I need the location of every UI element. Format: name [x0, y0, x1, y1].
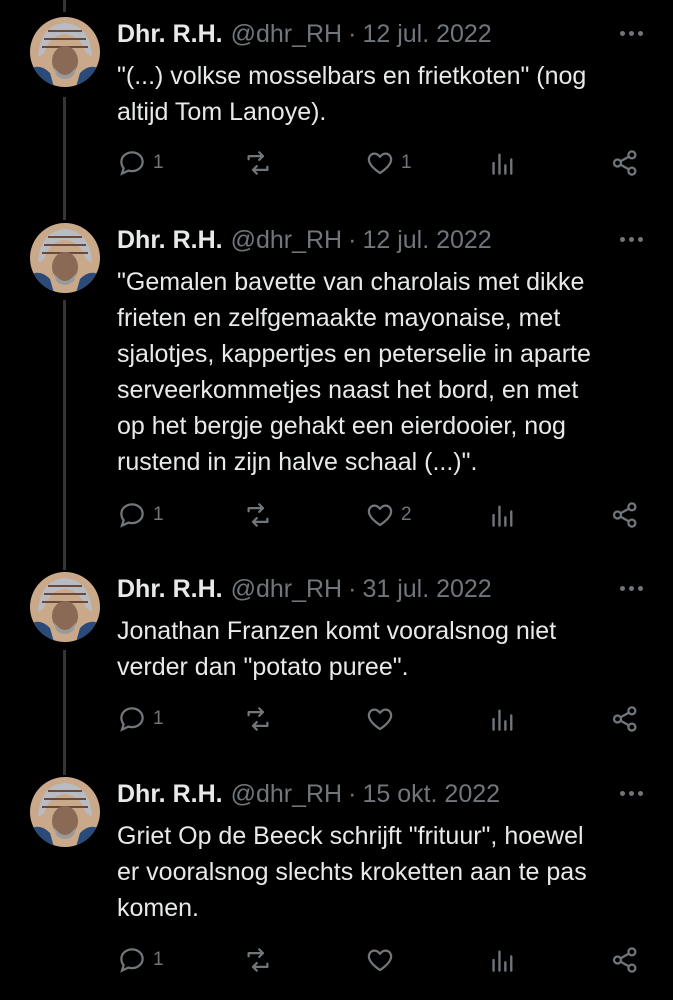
author-handle[interactable]: @dhr_RH: [231, 575, 343, 604]
share-icon: [612, 502, 637, 528]
reply-count: 1: [153, 504, 164, 525]
author-handle[interactable]: @dhr_RH: [231, 20, 343, 49]
tweet-text-line: Jonathan Franzen komt vooralsnog niet: [117, 617, 557, 645]
avatar[interactable]: [30, 17, 100, 87]
tweet-text-line: altijd Tom Lanoye).: [117, 98, 327, 126]
reply-icon: [120, 151, 144, 176]
like-count: 1: [401, 152, 412, 173]
tweet-text-line: "(...) volkse mosselbars en frietkoten" …: [117, 62, 587, 90]
more-options-icon[interactable]: [620, 237, 643, 242]
views-icon: [492, 709, 513, 731]
tweet-actions: 1: [0, 699, 673, 739]
reply-count: 1: [153, 949, 164, 970]
share-button[interactable]: [610, 495, 640, 535]
reply-button[interactable]: 1: [117, 699, 164, 739]
separator-dot: ·: [348, 225, 357, 254]
reply-icon: [120, 707, 144, 732]
tweet-header: Dhr. R.H. @dhr_RH · 12 jul. 2022: [117, 223, 492, 257]
like-button[interactable]: 2: [365, 495, 412, 535]
retweet-button[interactable]: [243, 495, 273, 535]
thread-line: [63, 0, 66, 12]
reply-icon: [120, 503, 144, 528]
tweet-header: Dhr. R.H. @dhr_RH · 15 okt. 2022: [117, 777, 500, 811]
avatar[interactable]: [30, 777, 100, 847]
tweet-actions: 1 2: [0, 495, 673, 535]
share-button[interactable]: [610, 940, 640, 980]
reply-button[interactable]: 1: [117, 940, 164, 980]
heart-icon: [367, 152, 393, 175]
tweet-text-line: op het bergje gehakt een eierdooier, nog: [117, 412, 566, 440]
separator-dot: ·: [348, 19, 357, 48]
retweet-icon: [247, 151, 269, 175]
like-count: 2: [401, 504, 412, 525]
views-button[interactable]: [490, 143, 516, 183]
reply-button[interactable]: 1: [117, 495, 164, 535]
heart-icon: [367, 708, 393, 731]
tweet-text-line: er vooralsnog slechts kroketten aan te p…: [117, 858, 587, 886]
share-button[interactable]: [610, 143, 640, 183]
share-icon: [612, 947, 637, 973]
author-handle[interactable]: @dhr_RH: [231, 226, 343, 255]
tweet-actions: 1: [0, 940, 673, 980]
tweet-date[interactable]: 31 jul. 2022: [362, 575, 491, 604]
like-button[interactable]: [365, 699, 401, 739]
tweet-text-line: "Gemalen bavette van charolais met dikke: [117, 268, 585, 296]
tweet-text: Jonathan Franzen komt vooralsnog niet ve…: [117, 613, 647, 685]
share-icon: [612, 150, 637, 176]
tweet-text-line: serveerkommetjes naast het bord, en met: [117, 376, 579, 404]
tweet-header: Dhr. R.H. @dhr_RH · 31 jul. 2022: [117, 572, 492, 606]
views-icon: [492, 505, 513, 527]
tweet-actions: 1 1: [0, 143, 673, 183]
retweet-icon: [247, 503, 269, 527]
reply-button[interactable]: 1: [117, 143, 164, 183]
tweet-date[interactable]: 12 jul. 2022: [362, 226, 491, 255]
tweet-text: Griet Op de Beeck schrijft "frituur", ho…: [117, 818, 647, 926]
views-button[interactable]: [490, 699, 516, 739]
retweet-icon: [247, 707, 269, 731]
reply-icon: [120, 948, 144, 973]
avatar[interactable]: [30, 572, 100, 642]
retweet-button[interactable]: [243, 143, 273, 183]
share-button[interactable]: [610, 699, 640, 739]
more-options-icon[interactable]: [620, 31, 643, 36]
author-name[interactable]: Dhr. R.H.: [117, 20, 223, 49]
heart-icon: [367, 949, 393, 972]
author-handle[interactable]: @dhr_RH: [231, 780, 343, 809]
views-icon: [492, 950, 513, 972]
views-button[interactable]: [490, 940, 516, 980]
share-icon: [612, 706, 637, 732]
author-name[interactable]: Dhr. R.H.: [117, 780, 223, 809]
tweet-date[interactable]: 12 jul. 2022: [362, 20, 491, 49]
like-button[interactable]: [365, 940, 401, 980]
separator-dot: ·: [348, 779, 357, 808]
reply-count: 1: [153, 708, 164, 729]
tweet-text-line: sjalotjes, kappertjes en peterselie in a…: [117, 340, 591, 368]
separator-dot: ·: [348, 574, 357, 603]
retweet-icon: [247, 948, 269, 972]
avatar[interactable]: [30, 223, 100, 293]
tweet-text: "(...) volkse mosselbars en frietkoten" …: [117, 58, 647, 130]
tweet-date[interactable]: 15 okt. 2022: [362, 780, 500, 809]
tweet-text-line: rustend in zijn halve schaal (...)".: [117, 448, 478, 476]
tweet-text: "Gemalen bavette van charolais met dikke…: [117, 264, 647, 480]
like-button[interactable]: 1: [365, 143, 412, 183]
tweet-text-line: komen.: [117, 894, 199, 922]
more-options-icon[interactable]: [620, 791, 643, 796]
views-icon: [492, 153, 513, 175]
tweet-header: Dhr. R.H. @dhr_RH · 12 jul. 2022: [117, 17, 492, 51]
author-name[interactable]: Dhr. R.H.: [117, 226, 223, 255]
tweet-text-line: frieten en zelfgemaakte mayonaise, met: [117, 304, 561, 332]
more-options-icon[interactable]: [620, 586, 643, 591]
retweet-button[interactable]: [243, 699, 273, 739]
author-name[interactable]: Dhr. R.H.: [117, 575, 223, 604]
tweet-text-line: Griet Op de Beeck schrijft "frituur", ho…: [117, 822, 584, 850]
views-button[interactable]: [490, 495, 516, 535]
heart-icon: [367, 504, 393, 527]
retweet-button[interactable]: [243, 940, 273, 980]
tweet-text-line: verder dan "potato puree".: [117, 653, 409, 681]
reply-count: 1: [153, 152, 164, 173]
